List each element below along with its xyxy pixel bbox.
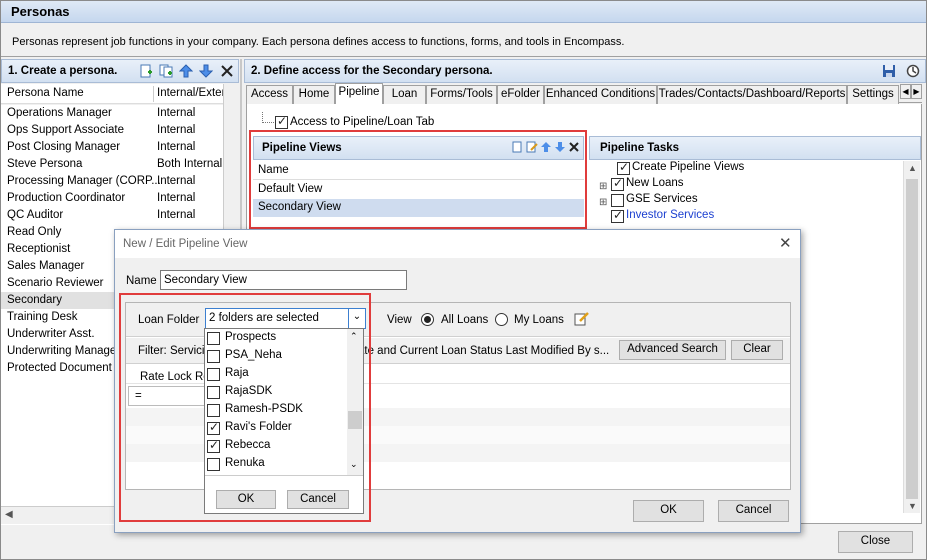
left-panel-header: 1. Create a persona.	[1, 59, 239, 83]
tab-efolder[interactable]: eFolder	[497, 85, 544, 104]
delete-icon[interactable]	[220, 64, 234, 78]
expand-icon[interactable]: ⊞	[599, 197, 607, 208]
persona-name: Training Desk	[7, 311, 78, 323]
persona-access: Internal	[157, 175, 196, 187]
access-tabs: Access Home Pipeline Loan Forms/Tools eFolder…	[246, 83, 922, 105]
persona-name: Sales Manager	[7, 260, 85, 272]
persona-name: Production Coordinator	[7, 192, 126, 204]
move-up-icon[interactable]	[179, 64, 193, 78]
col-persona-name[interactable]: Persona Name	[7, 87, 84, 99]
col-internal-external[interactable]: Internal/Exter	[157, 87, 223, 99]
filter-text-cont: ate and Current Loan Status Last Modifie…	[358, 345, 610, 357]
tab-enhanced-conditions[interactable]: Enhanced Conditions	[544, 85, 657, 104]
tab-access[interactable]: Access	[246, 85, 293, 104]
persona-name: Secondary	[7, 294, 62, 306]
view-name-input[interactable]	[160, 270, 407, 290]
persona-access: Internal	[157, 107, 196, 119]
persona-access: Both Internal a	[157, 158, 223, 170]
persona-row[interactable]: Steve Persona Both Internal a	[1, 156, 223, 173]
all-loans-radio[interactable]	[421, 313, 434, 326]
right-panel-header: 2. Define access for the Secondary perso…	[244, 59, 926, 83]
access-pipeline-label: Access to Pipeline/Loan Tab	[290, 116, 435, 128]
persona-row[interactable]: Post Closing Manager Internal	[1, 139, 223, 156]
tasks-scrollbar[interactable]: ▲ ▼	[903, 161, 920, 513]
tab-scroll[interactable]: ◀ ▶	[900, 84, 922, 100]
dialog-titlebar: New / Edit Pipeline View ✕	[115, 230, 800, 258]
tab-scroll-left-icon[interactable]: ◀	[900, 84, 911, 99]
window-title: Personas	[11, 4, 70, 19]
duplicate-persona-icon[interactable]	[159, 64, 173, 78]
tab-home[interactable]: Home	[293, 85, 335, 104]
tab-scroll-right-icon[interactable]: ▶	[911, 84, 922, 99]
persona-name: Read Only	[7, 226, 62, 238]
tab-pipeline[interactable]: Pipeline	[335, 83, 383, 105]
pipeline-tasks-tree: Create Pipeline Views ⊞ New Loans ⊞ GSE …	[589, 160, 903, 229]
my-loans-label: My Loans	[514, 314, 564, 326]
clear-button[interactable]: Clear	[731, 340, 783, 360]
persona-row[interactable]: Processing Manager (CORP... Internal	[1, 173, 223, 190]
persona-access: Internal	[157, 141, 196, 153]
right-panel-title: 2. Define access for the Secondary perso…	[251, 65, 493, 77]
persona-row[interactable]: Production Coordinator Internal	[1, 190, 223, 207]
pipeline-tasks-title: Pipeline Tasks	[600, 142, 680, 154]
view-label: View	[387, 314, 412, 326]
persona-name: Steve Persona	[7, 158, 83, 170]
scroll-down-icon[interactable]: ▼	[908, 501, 917, 511]
divider	[1, 56, 926, 57]
persona-access: Internal	[157, 124, 196, 136]
expand-icon[interactable]: ⊞	[599, 181, 607, 192]
persona-name: Receptionist	[7, 243, 71, 255]
persona-access: Internal	[157, 209, 196, 221]
save-icon[interactable]	[882, 64, 896, 78]
persona-name: Operations Manager	[7, 107, 112, 119]
tab-forms-tools[interactable]: Forms/Tools	[426, 85, 497, 104]
all-loans-label: All Loans	[441, 314, 489, 326]
persona-name: Protected Document	[7, 362, 112, 374]
highlight-loan-folder	[119, 293, 371, 522]
tab-trades-contacts-dashboard-reports[interactable]: Trades/Contacts/Dashboard/Reports	[657, 85, 847, 104]
persona-name: Post Closing Manager	[7, 141, 121, 153]
edit-filter-icon[interactable]	[574, 311, 589, 326]
access-pipeline-checkbox[interactable]	[275, 114, 288, 129]
window-titlebar: Personas	[1, 1, 926, 23]
ok-button[interactable]: OK	[633, 500, 704, 522]
scroll-up-icon[interactable]: ▲	[908, 163, 917, 173]
new-persona-icon[interactable]	[139, 64, 153, 78]
tab-settings[interactable]: Settings	[847, 85, 899, 104]
my-loans-radio[interactable]	[495, 313, 508, 326]
persona-row[interactable]: Operations Manager Internal	[1, 105, 223, 122]
highlight-pipeline-views	[249, 130, 587, 229]
advanced-search-button[interactable]: Advanced Search	[619, 340, 726, 360]
persona-column-header: Persona Name Internal/Exter	[1, 84, 223, 104]
move-down-icon[interactable]	[199, 64, 213, 78]
window-description: Personas represent job functions in your…	[12, 36, 625, 48]
dialog-title: New / Edit Pipeline View	[123, 238, 248, 250]
persona-name: Scenario Reviewer	[7, 277, 104, 289]
scroll-thumb[interactable]	[906, 179, 918, 499]
reset-icon[interactable]	[906, 64, 920, 78]
persona-name: Processing Manager (CORP...	[7, 175, 161, 187]
persona-row[interactable]: Ops Support Associate Internal	[1, 122, 223, 139]
name-label: Name	[126, 275, 157, 287]
persona-access: Internal	[157, 192, 196, 204]
persona-row[interactable]: QC Auditor Internal	[1, 207, 223, 224]
persona-name: Ops Support Associate	[7, 124, 124, 136]
tab-loan[interactable]: Loan	[383, 85, 426, 104]
cancel-button[interactable]: Cancel	[718, 500, 789, 522]
left-panel-title: 1. Create a persona.	[8, 65, 118, 77]
pipeline-tasks-header: Pipeline Tasks	[589, 136, 921, 160]
dialog-close-icon[interactable]: ✕	[779, 234, 792, 252]
close-button[interactable]: Close	[838, 531, 913, 553]
persona-name: QC Auditor	[7, 209, 64, 221]
persona-name: Underwriting Manager	[7, 345, 121, 357]
persona-name: Underwriter Asst.	[7, 328, 95, 340]
